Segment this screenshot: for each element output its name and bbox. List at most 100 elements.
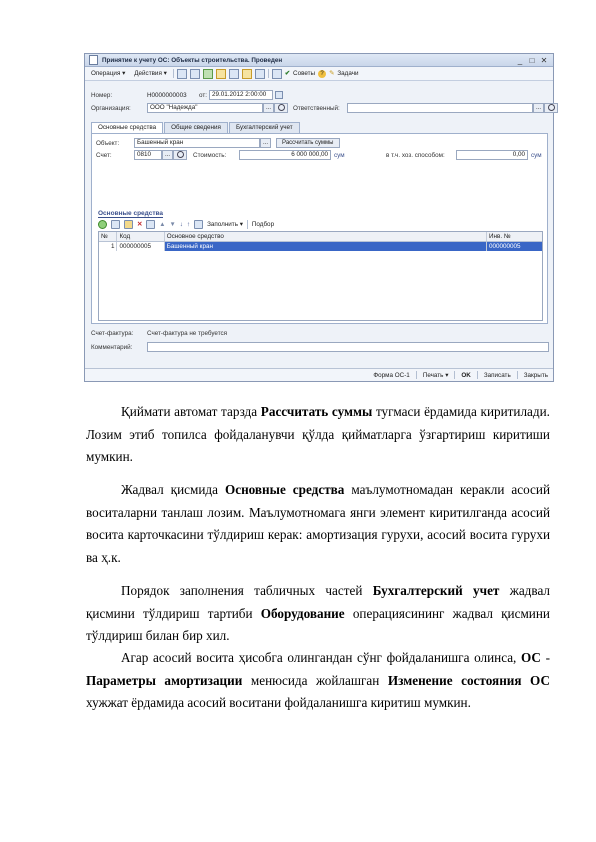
organization-search-icon[interactable] xyxy=(274,103,289,113)
paragraph-3: Порядок заполнения табличных частей Бухг… xyxy=(86,580,550,648)
cost-label: Стоимость: xyxy=(193,151,227,159)
copy-icon[interactable] xyxy=(215,68,226,79)
object-select-button[interactable]: ... xyxy=(260,138,272,148)
operation-menu[interactable]: Операция ▾ xyxy=(88,70,128,77)
structure-icon[interactable] xyxy=(241,68,252,79)
post-icon[interactable] xyxy=(189,68,200,79)
calculate-sums-button[interactable]: Рассчитать суммы xyxy=(276,138,340,148)
row-asset[interactable]: Башенный кран xyxy=(164,242,488,251)
column-header[interactable]: Основное средство xyxy=(165,232,488,241)
text-run: менюсида жойлашган xyxy=(242,672,388,688)
text-run: хужжат ёрдамида асосий воситани фойдалан… xyxy=(86,695,471,710)
report-icon[interactable] xyxy=(254,68,265,79)
cost-field[interactable]: 6 000 000,00 xyxy=(239,150,332,160)
save-button[interactable]: Записать xyxy=(483,372,512,379)
comment-field[interactable] xyxy=(147,342,549,352)
sort-ascending-icon[interactable]: ↓ xyxy=(180,221,183,228)
tab-accounting[interactable]: Бухгалтерский учет xyxy=(228,122,300,133)
text-run: Жадвал қисмида xyxy=(121,482,225,497)
checkmark-icon[interactable]: ✔ xyxy=(285,70,290,77)
window-statusbar: Форма ОС-1 Печать ▾ OK Записать Закрыть xyxy=(85,368,553,381)
paragraph-1: Қиймати автомат тарзда Рассчитать суммы … xyxy=(86,401,550,469)
edit-row-icon[interactable] xyxy=(124,220,133,229)
tasks-icon: ✎ xyxy=(329,70,335,77)
account-select-button[interactable]: ... xyxy=(162,150,174,160)
fill-menu[interactable]: Заполнить ▾ xyxy=(207,221,243,228)
household-label: в т.ч. хоз. способом: xyxy=(386,151,445,159)
move-down-icon[interactable]: ▼ xyxy=(170,221,176,228)
post-close-icon[interactable] xyxy=(202,68,213,79)
comment-row: Комментарий: xyxy=(91,342,549,352)
close-button[interactable]: ✕ xyxy=(539,56,549,65)
invoice-value[interactable]: Счет-фактура не требуется xyxy=(147,330,227,337)
sort-descending-icon[interactable]: ↑ xyxy=(187,221,190,228)
tasks-button[interactable]: Задачи xyxy=(337,70,358,77)
number-row: Номер: Н0000000003 от: 29.01.2012 2:00:0… xyxy=(91,90,283,100)
copy-row-icon[interactable] xyxy=(111,220,120,229)
toolbar-separator xyxy=(267,69,269,78)
tab-general-info[interactable]: Общие сведения xyxy=(164,122,228,133)
minimize-button[interactable]: _ xyxy=(515,56,525,65)
delete-row-icon[interactable]: ✕ xyxy=(137,221,142,228)
account-search-icon[interactable] xyxy=(173,150,188,160)
calendar-icon[interactable] xyxy=(275,91,283,99)
add-row-icon[interactable] xyxy=(98,220,107,229)
main-toolbar: Операция ▾ Действия ▾ ✔ Советы ? ✎ Задач… xyxy=(85,67,553,81)
bold-term: Оборудование xyxy=(260,605,345,621)
move-up-icon[interactable]: ▲ xyxy=(159,221,165,228)
fixed-assets-section-title: Основные средства xyxy=(98,210,164,218)
print-icon[interactable] xyxy=(228,68,239,79)
tab-fixed-assets[interactable]: Основные средства xyxy=(91,122,164,133)
table-header: № Код Основное средство Инв. № xyxy=(99,232,542,242)
organization-field[interactable]: ООО "Надежда" xyxy=(147,103,263,113)
object-row: Объект: Башенный кран ... Рассчитать сум… xyxy=(96,138,340,148)
list-icon[interactable] xyxy=(271,68,282,79)
print-button[interactable]: Печать ▾ xyxy=(422,372,450,379)
account-field[interactable]: 0810 xyxy=(134,150,162,160)
responsible-select-button[interactable]: ... xyxy=(533,103,545,113)
toolbar-separator xyxy=(172,69,174,78)
table-row[interactable]: 1 000000005 Башенный кран 000000005 xyxy=(99,242,542,251)
object-label: Объект: xyxy=(96,139,120,147)
advice-button[interactable]: Советы xyxy=(293,70,315,77)
end-edit-icon[interactable] xyxy=(146,220,156,229)
organization-row: Организация: ООО "Надежда" ... Ответстве… xyxy=(91,103,559,113)
row-code: 000000005 xyxy=(117,242,165,251)
responsible-field[interactable] xyxy=(347,103,534,113)
fixed-assets-table: № Код Основное средство Инв. № 1 0000000… xyxy=(98,231,543,321)
document-icon xyxy=(89,55,98,65)
responsible-label: Ответственный: xyxy=(293,104,340,112)
save-icon[interactable] xyxy=(176,68,187,79)
fixed-assets-panel: Объект: Башенный кран ... Рассчитать сум… xyxy=(91,133,548,324)
grid-toolbar-separator xyxy=(246,220,248,229)
window-title: Принятие к учету ОС: Объекты строительст… xyxy=(102,56,283,64)
ok-button[interactable]: OK xyxy=(460,372,471,379)
object-field[interactable]: Башенный кран xyxy=(134,138,260,148)
comment-label: Комментарий: xyxy=(91,343,133,351)
close-window-button[interactable]: Закрыть xyxy=(523,372,549,379)
invoice-label: Счет-фактура: xyxy=(91,330,134,337)
maximize-button[interactable]: □ xyxy=(527,56,537,65)
column-header[interactable]: № xyxy=(99,232,118,241)
row-inventory-number: 000000005 xyxy=(487,242,542,251)
responsible-search-icon[interactable] xyxy=(544,103,559,113)
household-field[interactable]: 0,00 xyxy=(456,150,529,160)
help-icon[interactable]: ? xyxy=(318,69,327,78)
select-button[interactable]: Подбор xyxy=(252,221,274,228)
account-row: Счет: 0810 ... Стоимость: 6 000 000,00 с… xyxy=(96,150,542,160)
document-window: Принятие к учету ОС: Объекты строительст… xyxy=(84,53,559,382)
invoice-row: Счет-фактура: Счет-фактура не требуется xyxy=(91,330,227,337)
number-label: Номер: xyxy=(91,91,113,99)
bold-term: Основные средства xyxy=(224,482,345,497)
column-header[interactable]: Код xyxy=(117,232,165,241)
date-field[interactable]: 29.01.2012 2:00:00 xyxy=(209,90,273,100)
form-os1-button[interactable]: Форма ОС-1 xyxy=(372,372,410,379)
bold-term: Изменение состояния ОС xyxy=(387,672,550,688)
paragraph-4: Агар асосий восита ҳисобга олингандан сў… xyxy=(86,647,550,715)
actions-menu[interactable]: Действия ▾ xyxy=(131,70,170,77)
organization-select-button[interactable]: ... xyxy=(263,103,275,113)
sort-icon[interactable] xyxy=(194,220,204,229)
column-header[interactable]: Инв. № xyxy=(487,232,542,241)
paragraph-2: Жадвал қисмида Основные средства маълумо… xyxy=(86,479,550,569)
text-run: Агар асосий восита ҳисобга олингандан сў… xyxy=(121,650,521,665)
